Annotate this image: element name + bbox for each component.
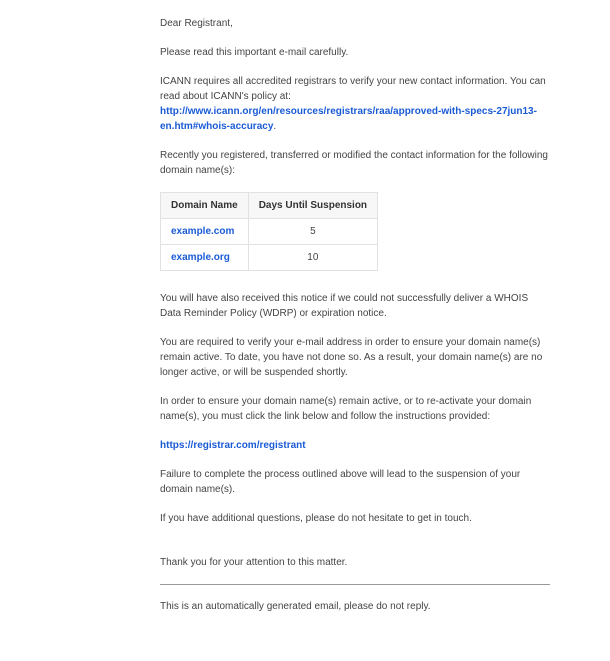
- icann-policy-link[interactable]: http://www.icann.org/en/resources/regist…: [160, 106, 537, 132]
- separator: [160, 584, 550, 585]
- period: .: [273, 121, 276, 132]
- required-text: You are required to verify your e-mail a…: [160, 335, 550, 380]
- auto-generated-text: This is an automatically generated email…: [160, 599, 550, 614]
- email-body: Dear Registrant, Please read this import…: [0, 0, 610, 644]
- thanks-text: Thank you for your attention to this mat…: [160, 555, 550, 570]
- registrar-link[interactable]: https://registrar.com/registrant: [160, 440, 306, 451]
- questions-text: If you have additional questions, please…: [160, 511, 550, 526]
- intro-text: Please read this important e-mail carefu…: [160, 45, 550, 60]
- recently-text: Recently you registered, transferred or …: [160, 148, 550, 178]
- icann-text: ICANN requires all accredited registrars…: [160, 76, 546, 102]
- icann-paragraph: ICANN requires all accredited registrars…: [160, 74, 550, 134]
- table-row: example.org 10: [161, 245, 378, 271]
- table-row: example.com 5: [161, 219, 378, 245]
- domain-table: Domain Name Days Until Suspension exampl…: [160, 192, 378, 271]
- col-days-suspension: Days Until Suspension: [248, 193, 377, 219]
- domain-link[interactable]: example.org: [171, 252, 230, 263]
- col-domain-name: Domain Name: [161, 193, 249, 219]
- days-cell: 5: [248, 219, 377, 245]
- wdrp-text: You will have also received this notice …: [160, 291, 550, 321]
- salutation: Dear Registrant,: [160, 16, 550, 31]
- failure-text: Failure to complete the process outlined…: [160, 467, 550, 497]
- reactivate-text: In order to ensure your domain name(s) r…: [160, 394, 550, 424]
- days-cell: 10: [248, 245, 377, 271]
- domain-link[interactable]: example.com: [171, 226, 234, 237]
